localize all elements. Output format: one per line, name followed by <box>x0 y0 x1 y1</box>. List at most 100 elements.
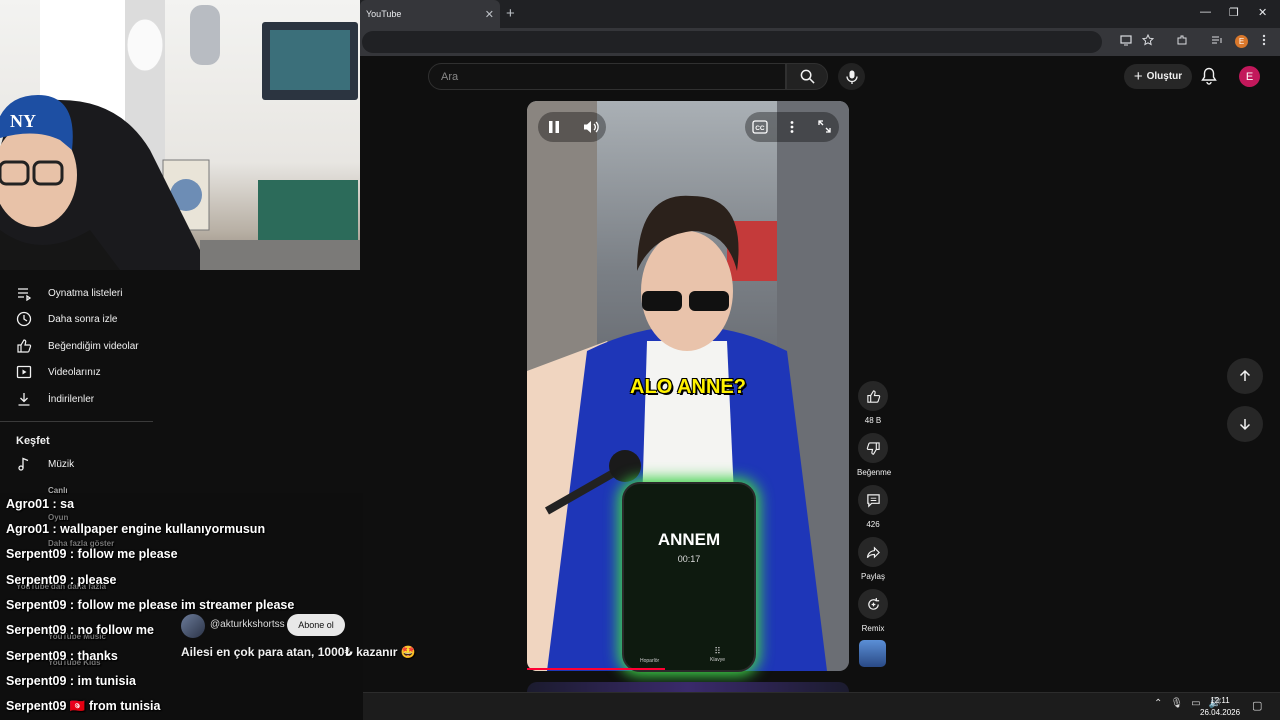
bell-icon <box>1201 67 1217 85</box>
webcam-scene: NY <box>0 0 360 270</box>
share-arrow-icon <box>866 545 880 559</box>
next-short-button[interactable] <box>1227 406 1263 442</box>
tray-expand-icon[interactable]: ⌃ <box>1154 698 1162 709</box>
new-tab-button[interactable]: + <box>506 5 515 22</box>
svg-text:NY: NY <box>10 111 36 131</box>
phone-speaker-label: Hoparlör <box>640 658 660 664</box>
chat-message: Serpent09 : thanks <box>6 649 118 663</box>
plus-icon: + <box>1133 68 1143 85</box>
close-window-button[interactable]: ✕ <box>1258 6 1267 19</box>
search-placeholder: Ara <box>441 70 459 83</box>
remix-button[interactable]: Remix <box>857 589 889 633</box>
captions-button[interactable]: CC <box>752 120 768 139</box>
thumbs-down-icon <box>866 441 880 455</box>
download-icon <box>18 393 30 406</box>
like-button[interactable]: 48 B <box>857 381 889 425</box>
sidebar-item-downloads[interactable]: İndirilenler <box>16 389 94 409</box>
search-input[interactable]: Ara <box>428 63 786 90</box>
next-short-preview[interactable] <box>527 682 849 692</box>
more-options-button[interactable] <box>789 120 795 139</box>
browser-tab[interactable]: YouTube ✕ <box>360 0 500 28</box>
faded-sidebar-live: Canlı <box>48 486 68 495</box>
arrow-down-icon <box>1239 419 1251 431</box>
comments-button[interactable]: 426 <box>857 485 889 529</box>
explore-section-title: Keşfet <box>16 435 50 447</box>
sidebar-item-your-videos[interactable]: Videolarınız <box>16 362 101 382</box>
video-progress-bar[interactable] <box>527 668 665 670</box>
more-vertical-icon <box>790 121 794 133</box>
chat-message: Serpent09 : im tunisia <box>6 674 136 688</box>
sidebar-item-label: Müzik <box>48 458 75 470</box>
notifications-button[interactable] <box>1201 67 1217 90</box>
chat-message: Serpent09 🇹🇳 from tunisia <box>6 699 161 713</box>
channel-avatar[interactable] <box>181 614 205 638</box>
chat-message: Serpent09 : follow me please <box>6 547 178 561</box>
video-caption: ALO ANNE? <box>630 376 746 398</box>
dislike-label: Beğenme <box>857 468 892 477</box>
call-duration: 00:17 <box>677 554 701 564</box>
keypad-icon: ⠿ <box>714 646 721 656</box>
address-bar[interactable] <box>362 31 1102 53</box>
sidebar-item-label: Beğendiğim videolar <box>48 340 139 352</box>
like-count: 48 B <box>864 416 882 425</box>
maximize-button[interactable]: ❐ <box>1229 6 1239 19</box>
subscribe-button[interactable]: Abone ol <box>287 614 345 636</box>
phone-call-screen <box>622 482 756 672</box>
bookmark-star-icon[interactable] <box>1141 33 1155 49</box>
sidebar-item-music[interactable]: Müzik <box>16 454 74 474</box>
browser-menu-icon[interactable] <box>1262 34 1266 49</box>
chat-message: Serpent09 : please <box>6 573 117 587</box>
remix-label: Remix <box>861 624 885 633</box>
sidebar-item-label: Videolarınız <box>48 366 101 378</box>
sidebar-item-liked-videos[interactable]: Beğendiğim videolar <box>16 336 139 356</box>
search-icon <box>800 69 815 84</box>
sidebar-divider <box>0 421 153 422</box>
thumbs-up-icon <box>866 389 880 403</box>
share-label: Paylaş <box>860 572 885 581</box>
previous-short-button[interactable] <box>1227 358 1263 394</box>
channel-handle[interactable]: @akturkkshortss <box>210 619 285 630</box>
share-button[interactable]: Paylaş <box>857 537 889 581</box>
music-note-icon <box>18 457 29 471</box>
chat-message: Agro01 : wallpaper engine kullanıyormusu… <box>6 522 266 536</box>
tab-title: YouTube <box>366 9 402 19</box>
microphone-icon <box>845 70 858 84</box>
notification-center-icon[interactable]: ▢ <box>1252 699 1262 712</box>
create-label: Oluştur <box>1146 71 1183 82</box>
sound-source-thumbnail[interactable] <box>859 640 886 667</box>
dislike-button[interactable]: Beğenme <box>857 433 892 477</box>
search-button[interactable] <box>786 63 828 90</box>
sidebar-item-watch-later[interactable]: Daha sonra izle <box>16 309 117 329</box>
voice-search-button[interactable] <box>838 63 865 90</box>
browser-profile-avatar[interactable]: E <box>1235 35 1248 48</box>
pause-button[interactable] <box>546 119 562 140</box>
extensions-icon[interactable] <box>1176 34 1188 49</box>
create-button[interactable]: + Oluştur <box>1124 64 1192 89</box>
expand-icon <box>818 120 831 133</box>
short-title[interactable]: Ailesi en çok para atan, 1000₺ kazanır 🤩 <box>181 645 416 659</box>
sidebar-item-playlists[interactable]: Oynatma listeleri <box>16 283 122 303</box>
taskbar-time[interactable]: 12:11 <box>1200 696 1240 705</box>
remix-icon <box>867 597 879 610</box>
pause-icon <box>549 121 559 133</box>
os-taskbar <box>363 692 1280 720</box>
install-app-icon[interactable] <box>1120 34 1132 49</box>
sidebar-item-label: İndirilenler <box>48 393 95 405</box>
taskbar-date[interactable]: 26.04.2026 <box>1200 708 1240 717</box>
account-avatar[interactable]: E <box>1239 66 1260 87</box>
volume-button[interactable] <box>583 119 600 140</box>
minimize-button[interactable]: — <box>1200 6 1211 18</box>
comment-icon <box>866 493 880 508</box>
chat-message: Agro01 : sa <box>6 497 75 511</box>
sidebar-item-label: Daha sonra izle <box>48 313 118 325</box>
comment-count: 426 <box>866 520 880 529</box>
microphone-tray-icon[interactable]: 🎙 <box>1170 698 1183 709</box>
tab-close-icon[interactable]: ✕ <box>485 8 494 21</box>
svg-text:CC: CC <box>755 125 765 132</box>
arrow-up-icon <box>1239 369 1251 381</box>
media-control-icon[interactable] <box>1211 34 1223 49</box>
captions-icon: CC <box>752 120 768 134</box>
fullscreen-button[interactable] <box>817 119 832 139</box>
chat-message: Serpent09 : follow me please im streamer… <box>6 598 295 612</box>
phone-keypad-label: ⠿ Klavye <box>710 646 725 663</box>
